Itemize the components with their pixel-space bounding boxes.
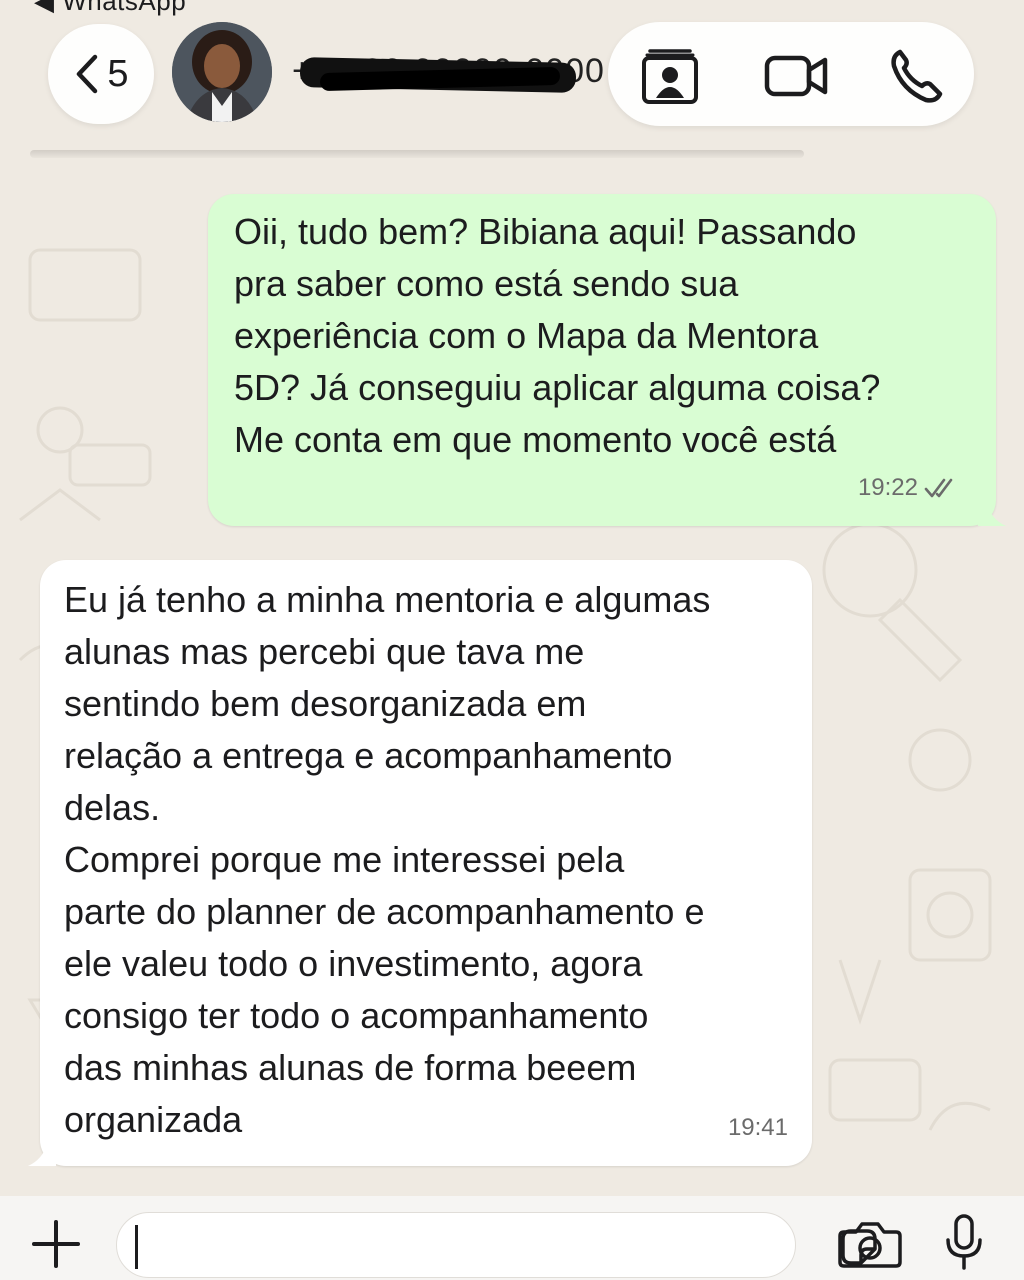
composer-bar: [0, 1196, 1024, 1280]
message-meta: 19:41: [728, 1102, 788, 1154]
message-time: 19:41: [727, 1114, 788, 1141]
text-caret: [135, 1225, 138, 1269]
header-actions: [608, 22, 974, 126]
message-text: Eu já tenho a minha mentoria e algumas a…: [64, 579, 711, 1140]
chat-header: 5 +55 00 00000-0000: [0, 0, 1024, 150]
message-bubble-outgoing[interactable]: Oii, tudo bem? Bibiana aqui! Passando pr…: [208, 194, 996, 526]
bubble-tail-outgoing: [978, 494, 1006, 526]
contact-card-icon[interactable]: [638, 48, 702, 104]
avatar-image: [172, 22, 272, 122]
header-divider: [30, 150, 804, 158]
chat-screen: ◀ WhatsApp 5 +55 00 00000-0000: [0, 0, 1024, 1280]
video-call-icon[interactable]: [764, 48, 828, 104]
message-meta: 19:22: [858, 462, 960, 514]
phone-call-icon[interactable]: [886, 48, 950, 104]
bubble-tail-incoming: [28, 1134, 56, 1166]
message-time: 19:22: [857, 474, 918, 501]
message-bubble-incoming[interactable]: Eu já tenho a minha mentoria e algumas a…: [40, 560, 812, 1166]
message-text: Oii, tudo bem? Bibiana aqui! Passando pr…: [234, 211, 881, 460]
plus-icon[interactable]: [30, 1218, 82, 1270]
message-input[interactable]: [116, 1212, 877, 1278]
double-check-icon: [924, 478, 953, 498]
contact-avatar[interactable]: [172, 22, 272, 122]
camera-icon[interactable]: [838, 1220, 902, 1268]
chevron-left-icon: [77, 54, 98, 94]
microphone-icon[interactable]: [944, 1214, 984, 1272]
back-button[interactable]: 5: [48, 24, 154, 124]
unread-count: 5: [107, 52, 129, 95]
